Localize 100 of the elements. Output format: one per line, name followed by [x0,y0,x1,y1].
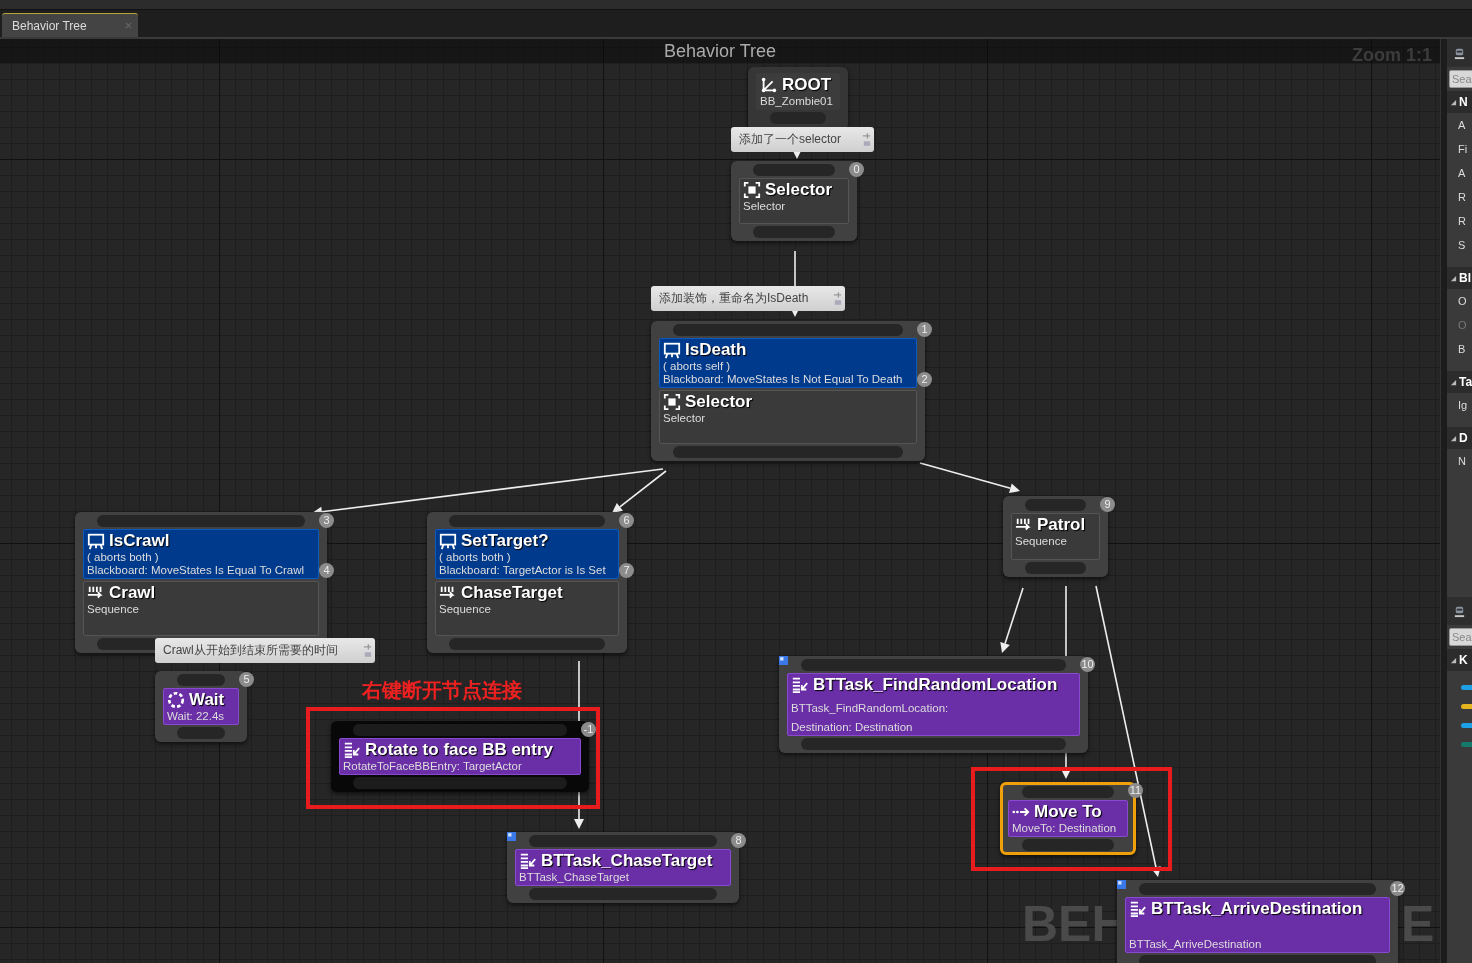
graph-canvas[interactable] [0,39,1441,963]
section-header[interactable]: N [1447,91,1472,113]
node-title: BTTask_FindRandomLocation [813,675,1058,695]
expand-icon[interactable] [1450,274,1457,282]
comment-text: 添加了一个selector [739,131,842,148]
node-subtitle: ( aborts both ) [87,551,160,564]
section-header[interactable]: D [1447,427,1472,449]
node-title: Move To [1034,802,1102,822]
connector-pin-bar[interactable] [97,515,305,527]
list-arrow-icon [519,852,537,870]
property-label: A [1457,166,1467,181]
task-panel[interactable]: Rotate to face BB entry RotateToFaceBBEntry: TargetActor [339,738,581,775]
task-panel[interactable]: Wait Wait: 22.4s [163,688,239,725]
connector-pin-bar[interactable] [753,164,835,176]
connector-pin-bar[interactable] [673,324,903,336]
expand-icon[interactable] [1450,98,1457,106]
task-panel[interactable]: BTTask_FindRandomLocation BTTask_FindRandomLocation: Destination: Destination [787,673,1080,736]
robot-icon[interactable] [1453,46,1466,60]
comment-tooltip[interactable]: 添加装饰，重命名为IsDeath [651,286,845,311]
connector-pin-bar[interactable] [801,659,1066,671]
section-header[interactable]: Bl [1447,267,1472,289]
composite-panel[interactable]: Selector Selector [659,390,917,444]
section-header[interactable]: K [1447,649,1472,671]
decorator-panel[interactable]: IsCrawl ( aborts both ) Blackboard: MoveStates Is Equal To Crawl [83,529,319,579]
node-title: Wait [189,690,225,710]
expand-icon[interactable] [1450,656,1457,664]
section-title[interactable]: Ta [1459,375,1472,389]
section-header[interactable]: Ta [1447,371,1472,393]
tab[interactable]: Behavior Tree [2,13,138,37]
expand-icon[interactable] [1450,434,1457,442]
search-field[interactable]: Sea [1449,628,1472,646]
comment-tooltip[interactable]: 添加了一个selector [731,127,874,152]
easel-icon [439,532,457,550]
node-title: Rotate to face BB entry [365,740,553,760]
bracket-square-icon [743,181,761,199]
robot-icon[interactable] [1453,604,1466,618]
pin-icon[interactable] [363,643,372,658]
node-title: Crawl [109,583,156,603]
node-title: Patrol [1037,515,1086,535]
property-label: R [1457,214,1467,229]
connector-pin-bar[interactable] [449,515,605,527]
comment-text: 添加装饰，重命名为IsDeath [659,290,809,307]
composite-panel[interactable]: ChaseTarget Sequence [435,581,619,636]
search-field[interactable]: Sea [1449,70,1472,88]
comment-tooltip[interactable]: Crawl从开始到结束所需要的时间 [155,638,375,663]
node-subtitle: Blackboard: TargetActor is Is Set [439,564,607,577]
node-subtitle: Blackboard: MoveStates Is Equal To Crawl [87,564,306,577]
root-panel[interactable]: ROOT BB_Zombie01 [756,73,840,110]
connector-pin-bar[interactable] [529,888,717,900]
composite-panel[interactable]: Crawl Sequence [83,581,319,636]
decorator-panel[interactable]: IsDeath ( aborts self ) Blackboard: MoveStates Is Not Equal To Death [659,338,917,388]
node-title: Selector [685,392,753,412]
expand-icon[interactable] [1450,378,1457,386]
node-subtitle: Selector [663,412,707,425]
node-title: ChaseTarget [461,583,563,603]
property-label: B [1457,342,1467,357]
property-label: A [1457,118,1467,133]
connector-pin-bar[interactable] [1022,786,1114,798]
node-subtitle: RotateToFaceBBEntry: TargetActor [343,760,523,773]
connector-pin-bar[interactable] [1022,839,1114,851]
section-title[interactable]: K [1459,653,1468,667]
section-title[interactable]: Bl [1459,271,1471,285]
easel-icon [87,532,105,550]
connector-pin-bar[interactable] [673,446,903,458]
node-title: SetTarget? [461,531,549,551]
pin-icon[interactable] [833,291,842,306]
close-icon[interactable] [125,22,132,29]
connector-pin-bar[interactable] [177,727,225,739]
node-subtitle: Sequence [87,603,140,616]
node-title: BTTask_ArriveDestination [1151,899,1363,919]
connector-pin-bar[interactable] [801,738,1066,750]
connector-pin-bar[interactable] [177,674,225,686]
branch-icon [760,76,778,94]
pin-icon[interactable] [862,132,871,147]
annotation-text: 右键断开节点连接 [362,678,522,703]
connector-pin-bar[interactable] [1139,883,1376,895]
connector-pin-bar[interactable] [449,638,605,650]
list-arrow-icon [343,741,361,759]
connector-pin-bar[interactable] [1025,499,1086,511]
decorator-panel[interactable]: SetTarget? ( aborts both ) Blackboard: TargetActor is Is Set [435,529,619,579]
connector-pin-bar[interactable] [753,226,835,238]
dashed-circle-icon [167,691,185,709]
connector-pin-bar[interactable] [1025,562,1086,574]
task-panel[interactable]: Move To MoveTo: Destination [1008,800,1128,837]
property-label: N [1457,454,1467,469]
corner-label: E [1401,895,1435,954]
node-subtitle: BB_Zombie01 [760,95,834,108]
composite-panel[interactable]: Selector Selector [739,178,849,224]
section-title[interactable]: N [1459,95,1468,109]
node-subtitle: Wait: 22.4s [167,710,226,723]
composite-panel[interactable]: Patrol Sequence [1011,513,1100,560]
property-label: O [1457,294,1468,309]
tree-node[interactable]: ROOT BB_Zombie01 [748,67,848,130]
node-title: BTTask_ChaseTarget [541,851,713,871]
task-panel[interactable]: BTTask_ChaseTarget BTTask_ChaseTarget [515,849,731,886]
node-subtitle: Selector [743,200,787,213]
section-title[interactable]: D [1459,431,1468,445]
task-panel[interactable]: BTTask_ArriveDestination BTTask_ArriveDestination [1125,897,1390,953]
node-subtitle: MoveTo: Destination [1012,822,1118,835]
connector-pin-bar[interactable] [529,835,717,847]
